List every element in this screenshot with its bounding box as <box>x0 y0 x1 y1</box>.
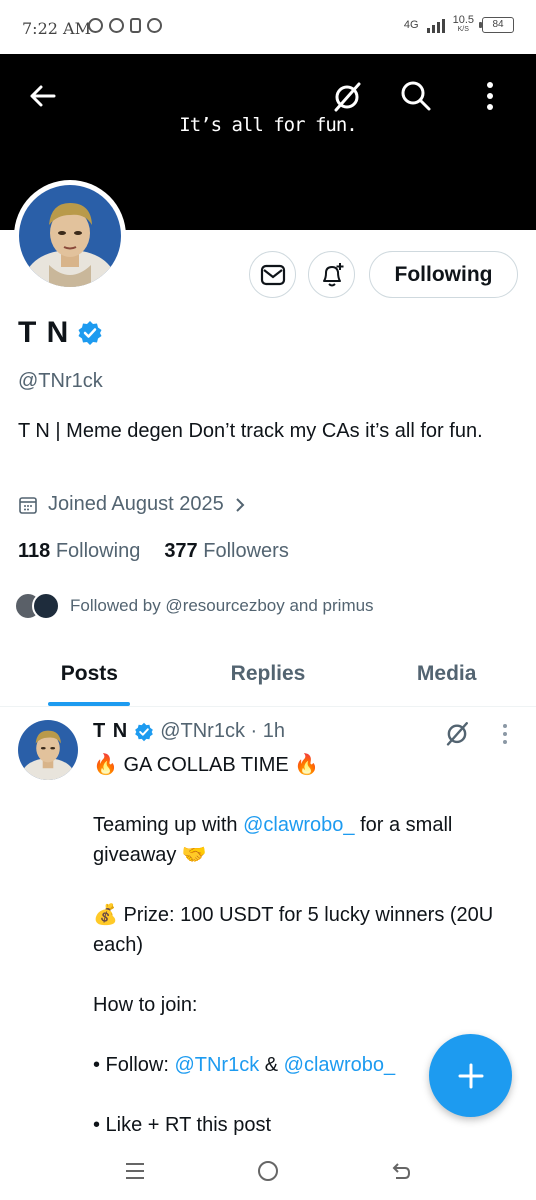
mention-link[interactable]: @TNr1ck <box>174 1054 259 1076</box>
avatar-image <box>19 185 121 287</box>
more-vertical-icon <box>503 724 507 744</box>
following-button[interactable]: Following <box>369 251 518 298</box>
calendar-icon <box>19 496 37 514</box>
status-right: 4G 10.5 K/S 84 <box>404 15 514 35</box>
plus-icon <box>458 1063 483 1088</box>
verified-badge-icon[interactable] <box>77 320 103 346</box>
tab-posts[interactable]: Posts <box>0 645 179 706</box>
profile-stats: 118 Following 377 Followers <box>18 540 289 563</box>
notifications-button[interactable] <box>308 251 355 298</box>
phone-icon <box>130 18 141 33</box>
profile-name-row: T N <box>18 316 103 350</box>
app-notification-icon <box>88 18 103 33</box>
grok-slash-icon <box>446 722 468 746</box>
post-line-teaming: Teaming up with @clawrobo_ for a small g… <box>93 814 453 866</box>
post-header: T N @TNr1ck · 1h <box>93 720 285 743</box>
system-nav-bar <box>0 1140 536 1200</box>
following-stat[interactable]: 118 Following <box>18 540 140 563</box>
profile-name: T N <box>18 316 70 349</box>
bell-plus-icon <box>322 262 343 286</box>
mention-link[interactable]: @clawrobo_ <box>243 814 354 836</box>
back-button[interactable] <box>22 76 62 116</box>
recent-apps-button[interactable] <box>120 1156 150 1186</box>
post-author-name[interactable]: T N <box>93 720 128 743</box>
followed-by-avatars <box>14 592 60 620</box>
profile-tabs: Posts Replies Media <box>0 645 536 707</box>
banner-text: It’s all for fun. <box>179 114 357 136</box>
search-button[interactable] <box>396 76 436 116</box>
compose-post-button[interactable] <box>429 1034 512 1117</box>
battery-icon: 84 <box>479 17 514 33</box>
back-nav-button[interactable] <box>386 1156 416 1186</box>
home-circle-icon <box>258 1161 278 1181</box>
whatsapp-icon <box>109 18 124 33</box>
tab-replies[interactable]: Replies <box>179 645 358 706</box>
post-line-like: • Like + RT this post <box>93 1114 272 1136</box>
verified-badge-icon <box>135 722 154 741</box>
grok-button[interactable] <box>327 76 367 116</box>
message-button[interactable] <box>249 251 296 298</box>
follower-avatar <box>32 592 60 620</box>
profile-avatar[interactable] <box>14 180 126 292</box>
signal-icon <box>426 17 445 33</box>
more-vertical-icon <box>487 82 493 110</box>
profile-bio: T N | Meme degen Don’t track my CAs it’s… <box>18 420 483 442</box>
status-time: 7:22 AM <box>22 19 91 38</box>
menu-lines-icon <box>126 1163 144 1179</box>
chat-icon <box>147 18 162 33</box>
chevron-right-icon <box>235 497 245 512</box>
followers-stat[interactable]: 377 Followers <box>164 540 289 563</box>
post-more-button[interactable] <box>500 722 514 748</box>
post-line-title: 🔥 GA COLLAB TIME 🔥 <box>93 754 320 776</box>
mention-link[interactable]: @clawrobo_ <box>284 1054 395 1076</box>
joined-date: Joined August 2025 <box>48 493 224 515</box>
grok-slash-icon <box>334 82 361 112</box>
more-options-button[interactable] <box>470 76 510 116</box>
post-line-prize: 💰 Prize: 100 USDT for 5 lucky winners (2… <box>93 904 494 956</box>
post-grok-button[interactable] <box>444 720 474 750</box>
envelope-icon <box>260 264 285 285</box>
status-bar: 7:22 AM 4G 10.5 K/S 84 <box>0 0 536 54</box>
followed-by-text: Followed by @resourcezboy and primus <box>70 596 374 615</box>
post-avatar[interactable] <box>18 720 78 780</box>
followed-by-row[interactable]: Followed by @resourcezboy and primus <box>14 592 374 620</box>
network-type: 4G <box>403 19 419 31</box>
home-button[interactable] <box>253 1156 283 1186</box>
joined-date-row[interactable]: Joined August 2025 <box>18 493 246 516</box>
network-speed: 10.5 K/S <box>452 14 474 34</box>
search-icon <box>401 81 431 111</box>
arrow-left-icon <box>30 85 56 107</box>
post-handle-time: @TNr1ck · 1h <box>160 720 285 742</box>
tab-media[interactable]: Media <box>357 645 536 706</box>
profile-handle: @TNr1ck <box>18 370 103 392</box>
notification-icons <box>88 18 162 33</box>
back-arrow-icon <box>392 1163 411 1179</box>
post-line-howto: How to join: <box>93 994 198 1016</box>
